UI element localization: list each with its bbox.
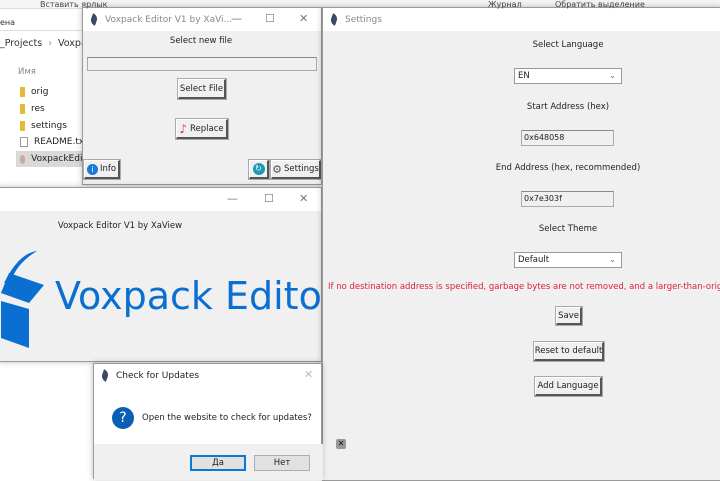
reset-default-button[interactable]: Reset to default (533, 341, 605, 362)
language-label: Select Language (532, 40, 604, 50)
question-icon: ? (112, 407, 134, 429)
text-file-icon (20, 137, 28, 147)
splash-subtitle: Voxpack Editor V1 by XaView (57, 221, 183, 231)
refresh-icon: ↻ (252, 163, 265, 175)
file-item[interactable]: orig (20, 87, 48, 97)
app-icon (20, 154, 26, 164)
box-logo-icon (1, 251, 44, 348)
language-select[interactable]: EN ⌄ (514, 68, 622, 84)
add-language-button[interactable]: Add Language (534, 376, 603, 397)
file-name: README.txt (34, 137, 88, 147)
settings-label: Settings (284, 164, 319, 174)
ribbon-label: ена (0, 18, 16, 27)
file-item[interactable]: settings (20, 121, 67, 131)
theme-value: Default (518, 255, 550, 265)
warning-text: If no destination address is specified, … (328, 282, 720, 292)
feather-icon (329, 13, 339, 26)
file-name: orig (31, 87, 49, 97)
logo-text: Voxpack Editor (55, 274, 338, 318)
close-button[interactable]: ✕ (299, 12, 308, 25)
replace-button[interactable]: ♪ Replace (175, 118, 229, 140)
window-title: Settings (345, 14, 382, 25)
end-address-input[interactable]: 0x7e303f (521, 191, 614, 207)
file-path-input[interactable] (87, 57, 317, 71)
folder-icon (20, 121, 25, 131)
info-button[interactable]: i Info (83, 159, 121, 180)
gear-icon: ⚙ (272, 162, 282, 176)
window-title: Check for Updates (116, 370, 200, 381)
breadcrumb-item[interactable]: _Projects (0, 38, 42, 49)
no-button[interactable]: Нет (254, 455, 310, 471)
window-title: Voxpack Editor V1 by XaVi... (105, 14, 233, 25)
chevron-right-icon: › (48, 38, 53, 49)
splash-window: — ☐ ✕ Voxpack Editor V1 by XaView Voxpack … (0, 187, 337, 362)
replace-label: Replace (190, 123, 224, 134)
maximize-button[interactable]: ☐ (264, 192, 274, 205)
title-bar: Voxpack Editor V1 by XaVi... — ☐ ✕ (83, 8, 321, 31)
chevron-down-icon: ⌄ (609, 71, 616, 80)
start-address-label: Start Address (hex) (526, 102, 610, 112)
chevron-down-icon: ⌄ (609, 255, 616, 264)
end-address-label: End Address (hex, recommended) (495, 163, 641, 173)
dialog-message: Open the website to check for updates? (142, 413, 312, 423)
close-button[interactable]: ✕ (304, 368, 313, 381)
title-bar: Settings (323, 8, 720, 31)
title-bar: Check for Updates ✕ (94, 364, 321, 387)
file-item-selected[interactable]: VoxpackEdit (16, 151, 86, 167)
title-bar: — ☐ ✕ (0, 188, 321, 211)
select-file-button[interactable]: Select File (177, 78, 227, 100)
minimize-button[interactable]: — (227, 192, 238, 205)
select-file-label: Select new file (169, 36, 233, 46)
feather-icon (89, 13, 99, 26)
main-window: Voxpack Editor V1 by XaVi... — ☐ ✕ Select … (82, 7, 322, 185)
info-icon: i (86, 163, 98, 175)
yes-button[interactable]: Да (190, 455, 246, 471)
invert-selection-button[interactable]: Обратить выделение (555, 0, 645, 9)
feather-icon (100, 369, 110, 382)
theme-select[interactable]: Default ⌄ (514, 252, 622, 268)
info-label: Info (99, 164, 117, 174)
file-name: res (31, 104, 45, 114)
folder-icon (20, 104, 25, 114)
settings-window: Settings Select Language EN ⌄ Start Addre… (322, 7, 720, 481)
update-button[interactable]: ↻ (248, 159, 270, 180)
theme-label: Select Theme (538, 224, 598, 234)
close-icon[interactable]: ✕ (336, 439, 346, 449)
column-header-name[interactable]: Имя (18, 67, 36, 77)
language-value: EN (518, 71, 530, 81)
file-item[interactable]: README.txt (20, 137, 88, 147)
maximize-button[interactable]: ☐ (265, 12, 275, 25)
start-address-input[interactable]: 0x648058 (521, 130, 614, 146)
journal-button[interactable]: Журнал (488, 0, 522, 9)
file-item[interactable]: res (20, 104, 45, 114)
minimize-button[interactable]: — (231, 12, 242, 25)
update-dialog: Check for Updates ✕ ? Open the website to… (93, 363, 323, 480)
close-button[interactable]: ✕ (299, 192, 308, 205)
folder-icon (20, 87, 25, 97)
settings-button[interactable]: ⚙ Settings (270, 159, 322, 180)
music-note-icon: ♪ (179, 121, 188, 136)
save-button[interactable]: Save (555, 306, 583, 326)
file-name: VoxpackEdit (31, 154, 86, 164)
file-name: settings (31, 121, 67, 131)
paste-shortcut-button[interactable]: Вставить ярлык (40, 0, 107, 9)
